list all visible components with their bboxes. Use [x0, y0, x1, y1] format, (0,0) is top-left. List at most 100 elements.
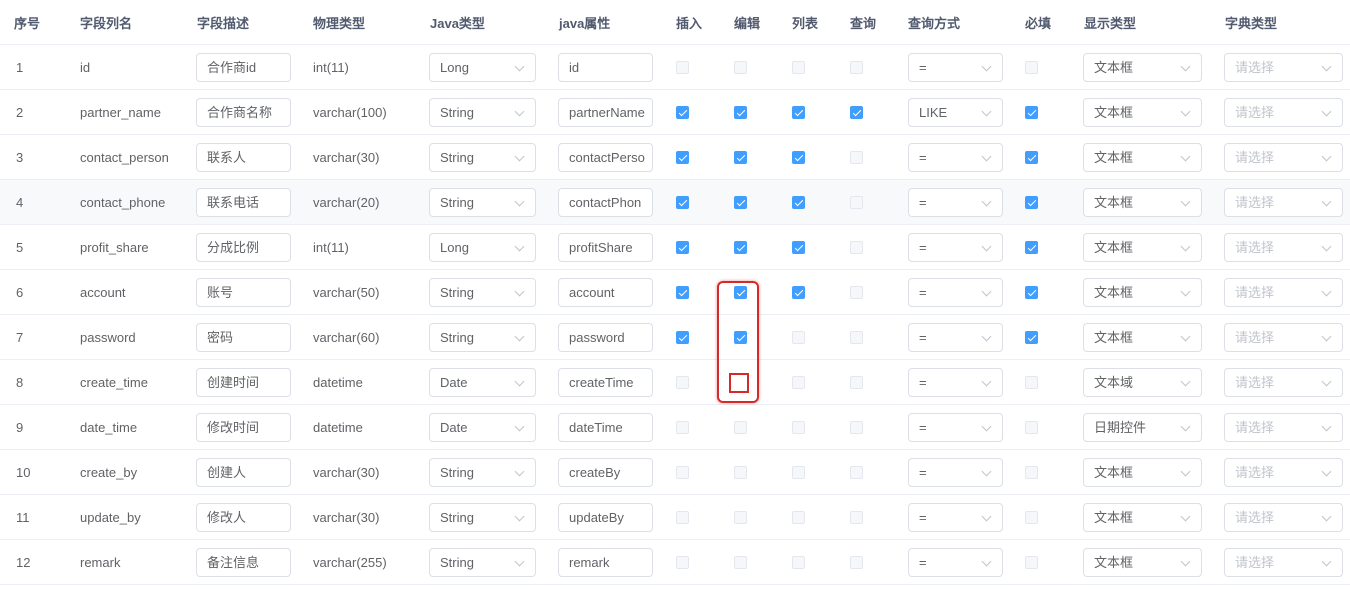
- dict-type-select[interactable]: 请选择: [1224, 503, 1343, 532]
- insert-checkbox[interactable]: [676, 466, 689, 479]
- html-type-select[interactable]: 文本框: [1083, 278, 1202, 307]
- dict-type-select[interactable]: 请选择: [1224, 188, 1343, 217]
- description-input[interactable]: 备注信息: [196, 548, 291, 577]
- description-input[interactable]: 联系人: [196, 143, 291, 172]
- list-checkbox[interactable]: [792, 196, 805, 209]
- java-field-input[interactable]: createBy: [558, 458, 653, 487]
- html-type-select[interactable]: 文本框: [1083, 323, 1202, 352]
- required-checkbox[interactable]: [1025, 466, 1038, 479]
- required-checkbox[interactable]: [1025, 286, 1038, 299]
- java-type-select[interactable]: Long: [429, 53, 536, 82]
- html-type-select[interactable]: 文本框: [1083, 143, 1202, 172]
- required-checkbox[interactable]: [1025, 421, 1038, 434]
- edit-checkbox[interactable]: [734, 556, 747, 569]
- java-field-input[interactable]: password: [558, 323, 653, 352]
- java-type-select[interactable]: String: [429, 548, 536, 577]
- html-type-select[interactable]: 文本框: [1083, 233, 1202, 262]
- description-input[interactable]: 分成比例: [196, 233, 291, 262]
- dict-type-select[interactable]: 请选择: [1224, 368, 1343, 397]
- query-checkbox[interactable]: [850, 61, 863, 74]
- dict-type-select[interactable]: 请选择: [1224, 98, 1343, 127]
- list-checkbox[interactable]: [792, 376, 805, 389]
- edit-checkbox[interactable]: [734, 466, 747, 479]
- edit-checkbox[interactable]: [734, 151, 747, 164]
- java-field-input[interactable]: contactPerso: [558, 143, 653, 172]
- query-type-select[interactable]: =: [908, 368, 1003, 397]
- description-input[interactable]: 合作商名称: [196, 98, 291, 127]
- description-input[interactable]: 修改时间: [196, 413, 291, 442]
- required-checkbox[interactable]: [1025, 376, 1038, 389]
- java-field-input[interactable]: createTime: [558, 368, 653, 397]
- insert-checkbox[interactable]: [676, 241, 689, 254]
- html-type-select[interactable]: 文本框: [1083, 53, 1202, 82]
- java-type-select[interactable]: String: [429, 278, 536, 307]
- java-type-select[interactable]: Date: [429, 413, 536, 442]
- java-type-select[interactable]: String: [429, 458, 536, 487]
- description-input[interactable]: 合作商id: [196, 53, 291, 82]
- list-checkbox[interactable]: [792, 151, 805, 164]
- query-type-select[interactable]: =: [908, 323, 1003, 352]
- edit-checkbox[interactable]: [734, 511, 747, 524]
- query-type-select[interactable]: =: [908, 278, 1003, 307]
- edit-checkbox[interactable]: [734, 421, 747, 434]
- java-field-input[interactable]: account: [558, 278, 653, 307]
- dict-type-select[interactable]: 请选择: [1224, 458, 1343, 487]
- highlighted-unchecked-checkbox[interactable]: [729, 373, 749, 393]
- dict-type-select[interactable]: 请选择: [1224, 53, 1343, 82]
- insert-checkbox[interactable]: [676, 376, 689, 389]
- list-checkbox[interactable]: [792, 286, 805, 299]
- list-checkbox[interactable]: [792, 61, 805, 74]
- list-checkbox[interactable]: [792, 331, 805, 344]
- required-checkbox[interactable]: [1025, 61, 1038, 74]
- required-checkbox[interactable]: [1025, 241, 1038, 254]
- required-checkbox[interactable]: [1025, 106, 1038, 119]
- query-type-select[interactable]: =: [908, 53, 1003, 82]
- query-type-select[interactable]: =: [908, 413, 1003, 442]
- query-checkbox[interactable]: [850, 106, 863, 119]
- html-type-select[interactable]: 文本框: [1083, 548, 1202, 577]
- query-checkbox[interactable]: [850, 286, 863, 299]
- query-checkbox[interactable]: [850, 556, 863, 569]
- java-type-select[interactable]: String: [429, 188, 536, 217]
- insert-checkbox[interactable]: [676, 421, 689, 434]
- dict-type-select[interactable]: 请选择: [1224, 413, 1343, 442]
- required-checkbox[interactable]: [1025, 151, 1038, 164]
- list-checkbox[interactable]: [792, 241, 805, 254]
- description-input[interactable]: 修改人: [196, 503, 291, 532]
- html-type-select[interactable]: 文本框: [1083, 458, 1202, 487]
- java-field-input[interactable]: id: [558, 53, 653, 82]
- query-checkbox[interactable]: [850, 331, 863, 344]
- query-checkbox[interactable]: [850, 466, 863, 479]
- required-checkbox[interactable]: [1025, 196, 1038, 209]
- description-input[interactable]: 联系电话: [196, 188, 291, 217]
- query-type-select[interactable]: =: [908, 233, 1003, 262]
- required-checkbox[interactable]: [1025, 331, 1038, 344]
- description-input[interactable]: 密码: [196, 323, 291, 352]
- list-checkbox[interactable]: [792, 106, 805, 119]
- description-input[interactable]: 创建时间: [196, 368, 291, 397]
- java-field-input[interactable]: partnerName: [558, 98, 653, 127]
- java-type-select[interactable]: String: [429, 98, 536, 127]
- dict-type-select[interactable]: 请选择: [1224, 323, 1343, 352]
- insert-checkbox[interactable]: [676, 106, 689, 119]
- query-type-select[interactable]: =: [908, 548, 1003, 577]
- query-type-select[interactable]: LIKE: [908, 98, 1003, 127]
- java-field-input[interactable]: updateBy: [558, 503, 653, 532]
- html-type-select[interactable]: 文本域: [1083, 368, 1202, 397]
- html-type-select[interactable]: 日期控件: [1083, 413, 1202, 442]
- html-type-select[interactable]: 文本框: [1083, 98, 1202, 127]
- edit-checkbox[interactable]: [734, 61, 747, 74]
- dict-type-select[interactable]: 请选择: [1224, 233, 1343, 262]
- list-checkbox[interactable]: [792, 466, 805, 479]
- list-checkbox[interactable]: [792, 511, 805, 524]
- insert-checkbox[interactable]: [676, 151, 689, 164]
- insert-checkbox[interactable]: [676, 196, 689, 209]
- java-type-select[interactable]: Date: [429, 368, 536, 397]
- query-checkbox[interactable]: [850, 421, 863, 434]
- java-type-select[interactable]: String: [429, 143, 536, 172]
- insert-checkbox[interactable]: [676, 286, 689, 299]
- list-checkbox[interactable]: [792, 556, 805, 569]
- edit-checkbox[interactable]: [734, 241, 747, 254]
- java-field-input[interactable]: profitShare: [558, 233, 653, 262]
- description-input[interactable]: 账号: [196, 278, 291, 307]
